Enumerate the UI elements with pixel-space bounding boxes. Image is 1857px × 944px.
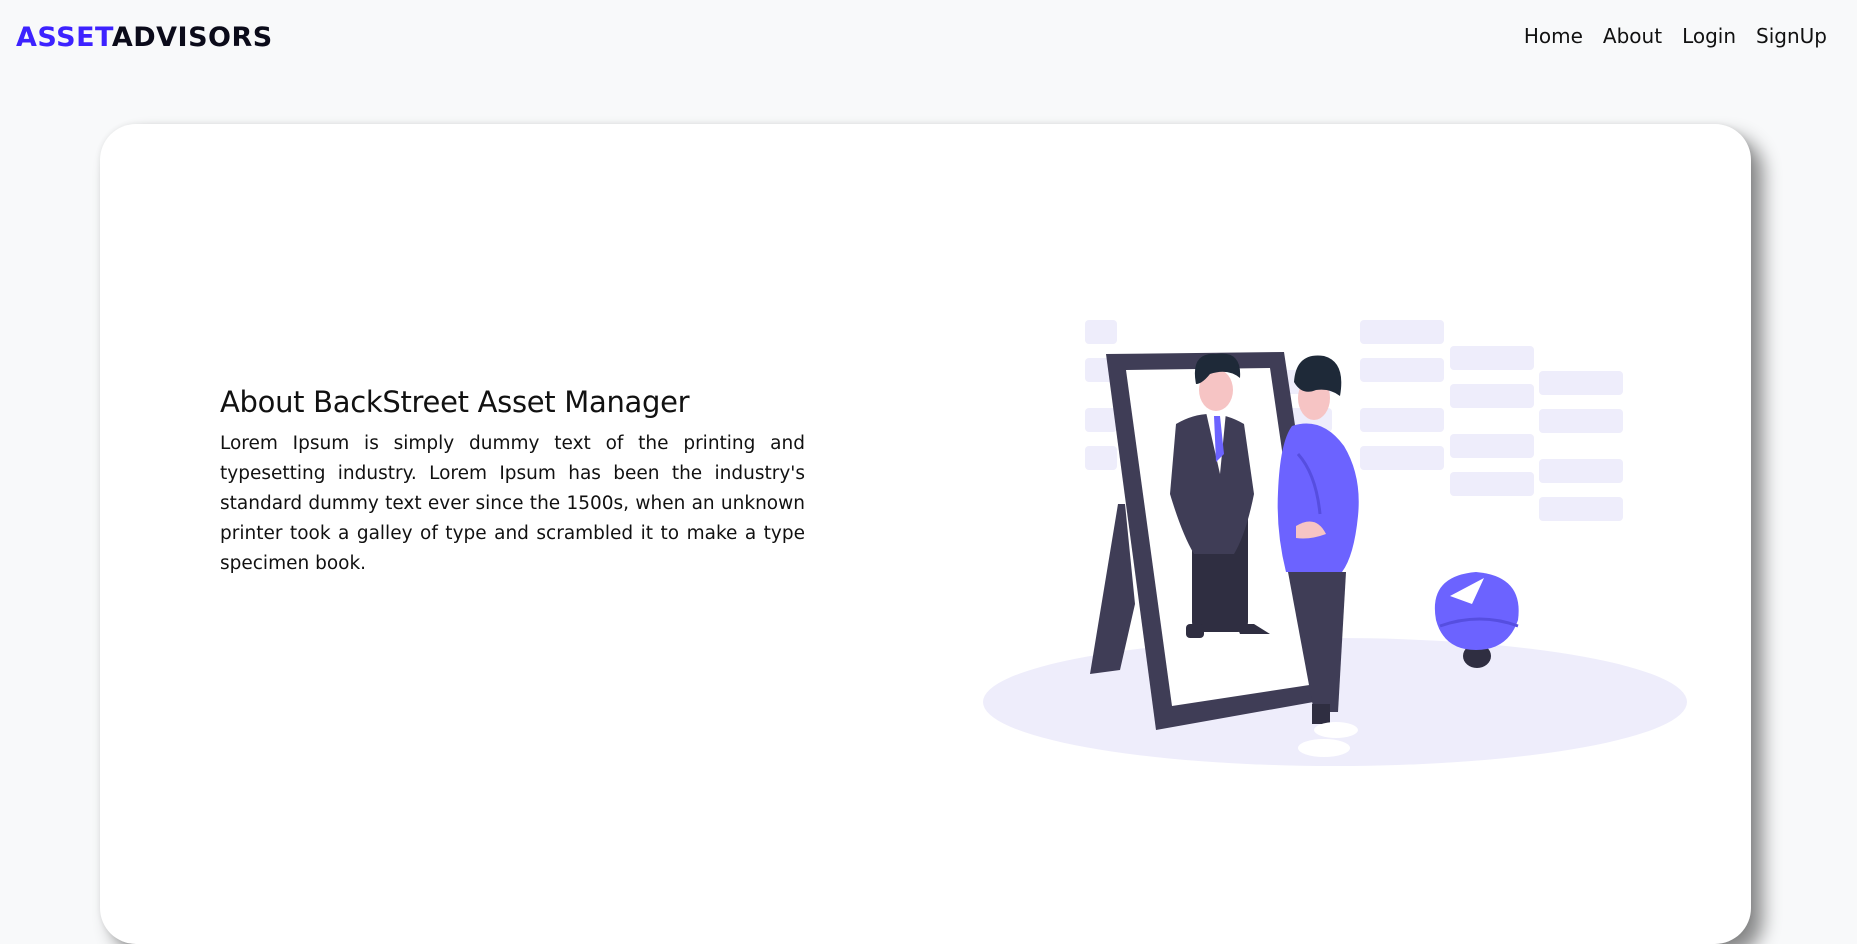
about-card: About BackStreet Asset Manager Lorem Ips…: [100, 124, 1751, 944]
nav-signup-link[interactable]: SignUp: [1746, 24, 1837, 48]
nav-home-link[interactable]: Home: [1514, 24, 1593, 48]
nav-links: Home About Login SignUp: [1514, 24, 1837, 48]
nav-about-link[interactable]: About: [1593, 24, 1672, 48]
person-at-mirror-illustration: [983, 320, 1687, 766]
nav-login-link[interactable]: Login: [1672, 24, 1746, 48]
mirror-stand: [1090, 504, 1135, 674]
brand-logo[interactable]: ASSETADVISORS: [16, 23, 273, 53]
brand-logo-part-asset: ASSET: [16, 22, 112, 53]
navbar: ASSETADVISORS Home About Login SignUp: [0, 0, 1857, 74]
about-description: Lorem Ipsum is simply dummy text of the …: [220, 433, 805, 574]
brand-logo-part-advisors: ADVISORS: [111, 22, 273, 53]
about-title: About BackStreet Asset Manager: [220, 385, 690, 419]
